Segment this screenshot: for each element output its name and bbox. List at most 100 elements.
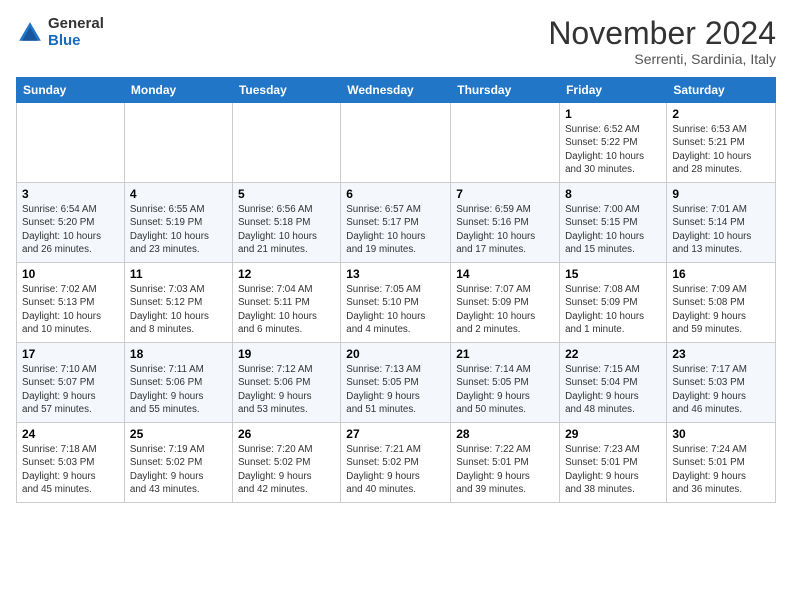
week-row-3: 10Sunrise: 7:02 AM Sunset: 5:13 PM Dayli… [17, 263, 776, 343]
day-number: 21 [456, 347, 554, 361]
day-info: Sunrise: 7:03 AM Sunset: 5:12 PM Dayligh… [130, 283, 227, 336]
day-cell: 26Sunrise: 7:20 AM Sunset: 5:02 PM Dayli… [232, 423, 340, 503]
day-cell: 20 Sunrise: 7:13 AM Sunset: 5:05 PM Dayli… [341, 343, 451, 423]
day-cell: 27 Sunrise: 7:21 AM Sunset: 5:02 PM Dayli… [341, 423, 451, 503]
day-info: Sunrise: 7:19 AM Sunset: 5:02 PM Dayligh… [130, 443, 227, 496]
day-number: 12 [238, 267, 335, 281]
day-number: 22 [565, 347, 661, 361]
month-title: November 2024 [548, 16, 776, 51]
day-info: Sunrise: 6:55 AM Sunset: 5:19 PM Dayligh… [130, 203, 227, 256]
day-info: Sunrise: 7:07 AM Sunset: 5:09 PM Dayligh… [456, 283, 554, 336]
day-number: 25 [130, 427, 227, 441]
day-cell: 18 Sunrise: 7:11 AM Sunset: 5:06 PM Dayli… [124, 343, 232, 423]
day-cell: 14 Sunrise: 7:07 AM Sunset: 5:09 PM Dayli… [451, 263, 560, 343]
col-header-monday: Monday [124, 78, 232, 103]
day-cell: 15Sunrise: 7:08 AM Sunset: 5:09 PM Dayli… [560, 263, 667, 343]
day-cell [17, 103, 125, 183]
day-cell: 28 Sunrise: 7:22 AM Sunset: 5:01 PM Dayli… [451, 423, 560, 503]
day-number: 6 [346, 187, 445, 201]
week-row-1: 1 Sunrise: 6:52 AM Sunset: 5:22 PM Daylig… [17, 103, 776, 183]
day-cell: 5 Sunrise: 6:56 AM Sunset: 5:18 PM Daylig… [232, 183, 340, 263]
day-info: Sunrise: 7:04 AM Sunset: 5:11 PM Dayligh… [238, 283, 335, 336]
day-info: Sunrise: 7:18 AM Sunset: 5:03 PM Dayligh… [22, 443, 119, 496]
day-info: Sunrise: 6:59 AM Sunset: 5:16 PM Dayligh… [456, 203, 554, 256]
day-number: 14 [456, 267, 554, 281]
day-info: Sunrise: 7:11 AM Sunset: 5:06 PM Dayligh… [130, 363, 227, 416]
day-cell: 30 Sunrise: 7:24 AM Sunset: 5:01 PM Dayli… [667, 423, 776, 503]
day-cell: 21 Sunrise: 7:14 AM Sunset: 5:05 PM Dayli… [451, 343, 560, 423]
page-header: General Blue November 2024 Serrenti, Sar… [16, 16, 776, 67]
day-info: Sunrise: 7:24 AM Sunset: 5:01 PM Dayligh… [672, 443, 770, 496]
day-number: 23 [672, 347, 770, 361]
day-number: 8 [565, 187, 661, 201]
day-number: 2 [672, 107, 770, 121]
day-number: 11 [130, 267, 227, 281]
day-info: Sunrise: 7:20 AM Sunset: 5:02 PM Dayligh… [238, 443, 335, 496]
day-cell [124, 103, 232, 183]
day-cell: 23 Sunrise: 7:17 AM Sunset: 5:03 PM Dayli… [667, 343, 776, 423]
calendar-table: SundayMondayTuesdayWednesdayThursdayFrid… [16, 77, 776, 503]
week-row-5: 24 Sunrise: 7:18 AM Sunset: 5:03 PM Dayli… [17, 423, 776, 503]
day-info: Sunrise: 7:12 AM Sunset: 5:06 PM Dayligh… [238, 363, 335, 416]
day-cell [232, 103, 340, 183]
day-cell: 4 Sunrise: 6:55 AM Sunset: 5:19 PM Daylig… [124, 183, 232, 263]
day-info: Sunrise: 7:05 AM Sunset: 5:10 PM Dayligh… [346, 283, 445, 336]
day-info: Sunrise: 7:13 AM Sunset: 5:05 PM Dayligh… [346, 363, 445, 416]
logo-icon [16, 19, 44, 47]
day-number: 30 [672, 427, 770, 441]
day-info: Sunrise: 7:14 AM Sunset: 5:05 PM Dayligh… [456, 363, 554, 416]
logo: General Blue [16, 16, 104, 49]
day-info: Sunrise: 7:15 AM Sunset: 5:04 PM Dayligh… [565, 363, 661, 416]
day-cell: 24 Sunrise: 7:18 AM Sunset: 5:03 PM Dayli… [17, 423, 125, 503]
day-cell: 3Sunrise: 6:54 AM Sunset: 5:20 PM Daylig… [17, 183, 125, 263]
day-cell: 2 Sunrise: 6:53 AM Sunset: 5:21 PM Daylig… [667, 103, 776, 183]
day-cell [451, 103, 560, 183]
day-info: Sunrise: 7:23 AM Sunset: 5:01 PM Dayligh… [565, 443, 661, 496]
day-info: Sunrise: 7:01 AM Sunset: 5:14 PM Dayligh… [672, 203, 770, 256]
day-info: Sunrise: 7:02 AM Sunset: 5:13 PM Dayligh… [22, 283, 119, 336]
col-header-friday: Friday [560, 78, 667, 103]
day-number: 13 [346, 267, 445, 281]
day-number: 17 [22, 347, 119, 361]
week-row-2: 3Sunrise: 6:54 AM Sunset: 5:20 PM Daylig… [17, 183, 776, 263]
day-number: 16 [672, 267, 770, 281]
day-info: Sunrise: 7:17 AM Sunset: 5:03 PM Dayligh… [672, 363, 770, 416]
day-cell: 9Sunrise: 7:01 AM Sunset: 5:14 PM Daylig… [667, 183, 776, 263]
calendar-body: 1 Sunrise: 6:52 AM Sunset: 5:22 PM Daylig… [17, 103, 776, 503]
day-number: 28 [456, 427, 554, 441]
day-info: Sunrise: 6:56 AM Sunset: 5:18 PM Dayligh… [238, 203, 335, 256]
col-header-tuesday: Tuesday [232, 78, 340, 103]
day-cell: 11 Sunrise: 7:03 AM Sunset: 5:12 PM Dayli… [124, 263, 232, 343]
day-number: 24 [22, 427, 119, 441]
day-info: Sunrise: 7:09 AM Sunset: 5:08 PM Dayligh… [672, 283, 770, 336]
day-cell: 12 Sunrise: 7:04 AM Sunset: 5:11 PM Dayli… [232, 263, 340, 343]
day-number: 18 [130, 347, 227, 361]
week-row-4: 17Sunrise: 7:10 AM Sunset: 5:07 PM Dayli… [17, 343, 776, 423]
day-cell: 7 Sunrise: 6:59 AM Sunset: 5:16 PM Daylig… [451, 183, 560, 263]
col-header-wednesday: Wednesday [341, 78, 451, 103]
location-subtitle: Serrenti, Sardinia, Italy [548, 51, 776, 67]
day-number: 1 [565, 107, 661, 121]
day-cell: 19 Sunrise: 7:12 AM Sunset: 5:06 PM Dayli… [232, 343, 340, 423]
day-number: 19 [238, 347, 335, 361]
day-info: Sunrise: 6:54 AM Sunset: 5:20 PM Dayligh… [22, 203, 119, 256]
title-area: November 2024 Serrenti, Sardinia, Italy [548, 16, 776, 67]
day-info: Sunrise: 6:53 AM Sunset: 5:21 PM Dayligh… [672, 123, 770, 176]
day-cell: 17Sunrise: 7:10 AM Sunset: 5:07 PM Dayli… [17, 343, 125, 423]
day-number: 27 [346, 427, 445, 441]
day-cell: 8Sunrise: 7:00 AM Sunset: 5:15 PM Daylig… [560, 183, 667, 263]
calendar-header-row: SundayMondayTuesdayWednesdayThursdayFrid… [17, 78, 776, 103]
day-cell: 25 Sunrise: 7:19 AM Sunset: 5:02 PM Dayli… [124, 423, 232, 503]
day-info: Sunrise: 7:21 AM Sunset: 5:02 PM Dayligh… [346, 443, 445, 496]
day-info: Sunrise: 7:22 AM Sunset: 5:01 PM Dayligh… [456, 443, 554, 496]
day-cell: 10Sunrise: 7:02 AM Sunset: 5:13 PM Dayli… [17, 263, 125, 343]
day-number: 7 [456, 187, 554, 201]
day-number: 20 [346, 347, 445, 361]
day-cell: 1 Sunrise: 6:52 AM Sunset: 5:22 PM Daylig… [560, 103, 667, 183]
day-cell: 22 Sunrise: 7:15 AM Sunset: 5:04 PM Dayli… [560, 343, 667, 423]
day-info: Sunrise: 6:52 AM Sunset: 5:22 PM Dayligh… [565, 123, 661, 176]
day-number: 4 [130, 187, 227, 201]
day-cell: 29Sunrise: 7:23 AM Sunset: 5:01 PM Dayli… [560, 423, 667, 503]
day-number: 5 [238, 187, 335, 201]
day-cell: 13 Sunrise: 7:05 AM Sunset: 5:10 PM Dayli… [341, 263, 451, 343]
